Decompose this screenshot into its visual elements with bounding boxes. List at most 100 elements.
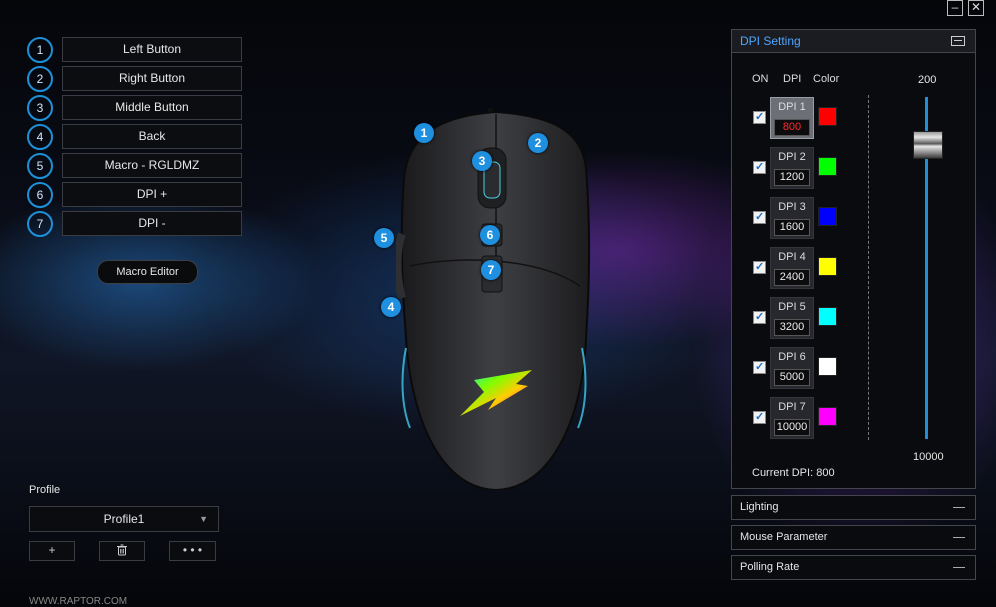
- expand-icon: [953, 537, 965, 538]
- dpi-5-card[interactable]: DPI 5 3200: [770, 297, 814, 339]
- lighting-section[interactable]: Lighting: [731, 495, 976, 520]
- dpi-level-name: DPI 6: [778, 351, 806, 363]
- profile-select[interactable]: Profile1 ▼: [29, 506, 219, 532]
- left-button-assignment[interactable]: Left Button: [62, 37, 242, 62]
- dpi-slider-handle[interactable]: [913, 131, 943, 159]
- lighting-label: Lighting: [740, 501, 779, 513]
- more-options-button[interactable]: • • •: [169, 541, 216, 561]
- dpi-value-field[interactable]: 1200: [774, 169, 810, 186]
- dpi-7-checkbox[interactable]: [753, 410, 766, 424]
- button-number-badge: 2: [27, 66, 53, 92]
- dpi-level-name: DPI 1: [778, 101, 806, 113]
- dpi-1-card[interactable]: DPI 1 800: [770, 97, 814, 139]
- minimize-icon: –: [951, 0, 959, 14]
- dpi-4-checkbox[interactable]: [753, 260, 766, 274]
- callout-1[interactable]: 1: [414, 123, 434, 143]
- dpi-value-field[interactable]: 5000: [774, 369, 810, 386]
- current-dpi-readout: Current DPI: 800: [752, 467, 835, 479]
- dpi-value-field[interactable]: 800: [774, 119, 810, 136]
- dpi-level-name: DPI 2: [778, 151, 806, 163]
- profile-selected-value: Profile1: [103, 512, 145, 526]
- callout-6[interactable]: 6: [480, 225, 500, 245]
- middle-button-assignment[interactable]: Middle Button: [62, 95, 242, 120]
- dpi-plus-assignment[interactable]: DPI +: [62, 182, 242, 207]
- dpi-5-checkbox[interactable]: [753, 310, 766, 324]
- macro-button-assignment[interactable]: Macro - RGLDMZ: [62, 153, 242, 178]
- expand-icon: [953, 507, 965, 508]
- dpi-level-name: DPI 7: [778, 401, 806, 413]
- dpi-7-card[interactable]: DPI 7 10000: [770, 397, 814, 439]
- dropdown-arrow-icon: ▼: [199, 514, 208, 524]
- dpi-6-card[interactable]: DPI 6 5000: [770, 347, 814, 389]
- macro-editor-button[interactable]: Macro Editor: [97, 260, 198, 284]
- mouse-illustration: [393, 77, 590, 492]
- callout-3[interactable]: 3: [472, 151, 492, 171]
- trash-icon: [117, 544, 127, 556]
- color-swatch[interactable]: [818, 257, 837, 276]
- collapse-icon[interactable]: [951, 36, 965, 46]
- color-swatch[interactable]: [818, 157, 837, 176]
- dpi-2-card[interactable]: DPI 2 1200: [770, 147, 814, 189]
- close-button[interactable]: ✕: [968, 0, 984, 16]
- divider: [868, 95, 869, 440]
- dpi-level-row: DPI 4 2400: [732, 247, 975, 289]
- dpi-6-checkbox[interactable]: [753, 360, 766, 374]
- close-icon: ✕: [970, 0, 982, 14]
- current-dpi-label: Current DPI:: [752, 467, 814, 479]
- dpi-setting-header[interactable]: DPI Setting: [732, 30, 975, 53]
- callout-7[interactable]: 7: [481, 260, 501, 280]
- polling-rate-section[interactable]: Polling Rate: [731, 555, 976, 580]
- dpi-column-header: DPI: [783, 73, 802, 85]
- button-row: 5 Macro - RGLDMZ: [27, 153, 242, 179]
- dpi-value-field[interactable]: 10000: [774, 419, 810, 436]
- dpi-4-card[interactable]: DPI 4 2400: [770, 247, 814, 289]
- dpi-1-checkbox[interactable]: [753, 110, 766, 124]
- callout-5[interactable]: 5: [374, 228, 394, 248]
- dpi-2-checkbox[interactable]: [753, 160, 766, 174]
- right-button-assignment[interactable]: Right Button: [62, 66, 242, 91]
- button-row: 2 Right Button: [27, 66, 242, 92]
- dpi-level-row: DPI 6 5000: [732, 347, 975, 389]
- color-swatch[interactable]: [818, 357, 837, 376]
- button-row: 4 Back: [27, 124, 242, 150]
- dpi-setting-panel: DPI Setting ON DPI Color DPI 1 800 DPI 2…: [731, 29, 976, 489]
- button-number-badge: 6: [27, 182, 53, 208]
- callout-2[interactable]: 2: [528, 133, 548, 153]
- button-number-badge: 7: [27, 211, 53, 237]
- mouse-parameter-section[interactable]: Mouse Parameter: [731, 525, 976, 550]
- color-swatch[interactable]: [818, 407, 837, 426]
- delete-profile-button[interactable]: [99, 541, 145, 561]
- current-dpi-value: 800: [816, 467, 835, 479]
- dpi-level-name: DPI 5: [778, 301, 806, 313]
- button-row: 6 DPI +: [27, 182, 242, 208]
- back-button-assignment[interactable]: Back: [62, 124, 242, 149]
- color-swatch[interactable]: [818, 107, 837, 126]
- button-row: 7 DPI -: [27, 211, 242, 237]
- dpi-value-field[interactable]: 1600: [774, 219, 810, 236]
- button-row: 3 Middle Button: [27, 95, 242, 121]
- dpi-level-name: DPI 4: [778, 251, 806, 263]
- color-swatch[interactable]: [818, 307, 837, 326]
- dpi-level-name: DPI 3: [778, 201, 806, 213]
- mouse-parameter-label: Mouse Parameter: [740, 531, 828, 543]
- dpi-3-card[interactable]: DPI 3 1600: [770, 197, 814, 239]
- add-profile-button[interactable]: +: [29, 541, 75, 561]
- dpi-level-row: DPI 3 1600: [732, 197, 975, 239]
- profile-label: Profile: [29, 484, 61, 496]
- color-swatch[interactable]: [818, 207, 837, 226]
- color-column-header: Color: [813, 73, 840, 85]
- dpi-value-field[interactable]: 3200: [774, 319, 810, 336]
- dpi-level-row: DPI 5 3200: [732, 297, 975, 339]
- button-number-badge: 4: [27, 124, 53, 150]
- dpi-3-checkbox[interactable]: [753, 210, 766, 224]
- polling-rate-label: Polling Rate: [740, 561, 800, 573]
- callout-4[interactable]: 4: [381, 297, 401, 317]
- button-number-badge: 3: [27, 95, 53, 121]
- on-column-header: ON: [752, 73, 769, 85]
- button-number-badge: 1: [27, 37, 53, 63]
- dpi-value-field[interactable]: 2400: [774, 269, 810, 286]
- dpi-minus-assignment[interactable]: DPI -: [62, 211, 242, 236]
- dpi-level-row: DPI 7 10000: [732, 397, 975, 439]
- slider-min-label: 10000: [913, 451, 944, 463]
- minimize-button[interactable]: –: [947, 0, 963, 16]
